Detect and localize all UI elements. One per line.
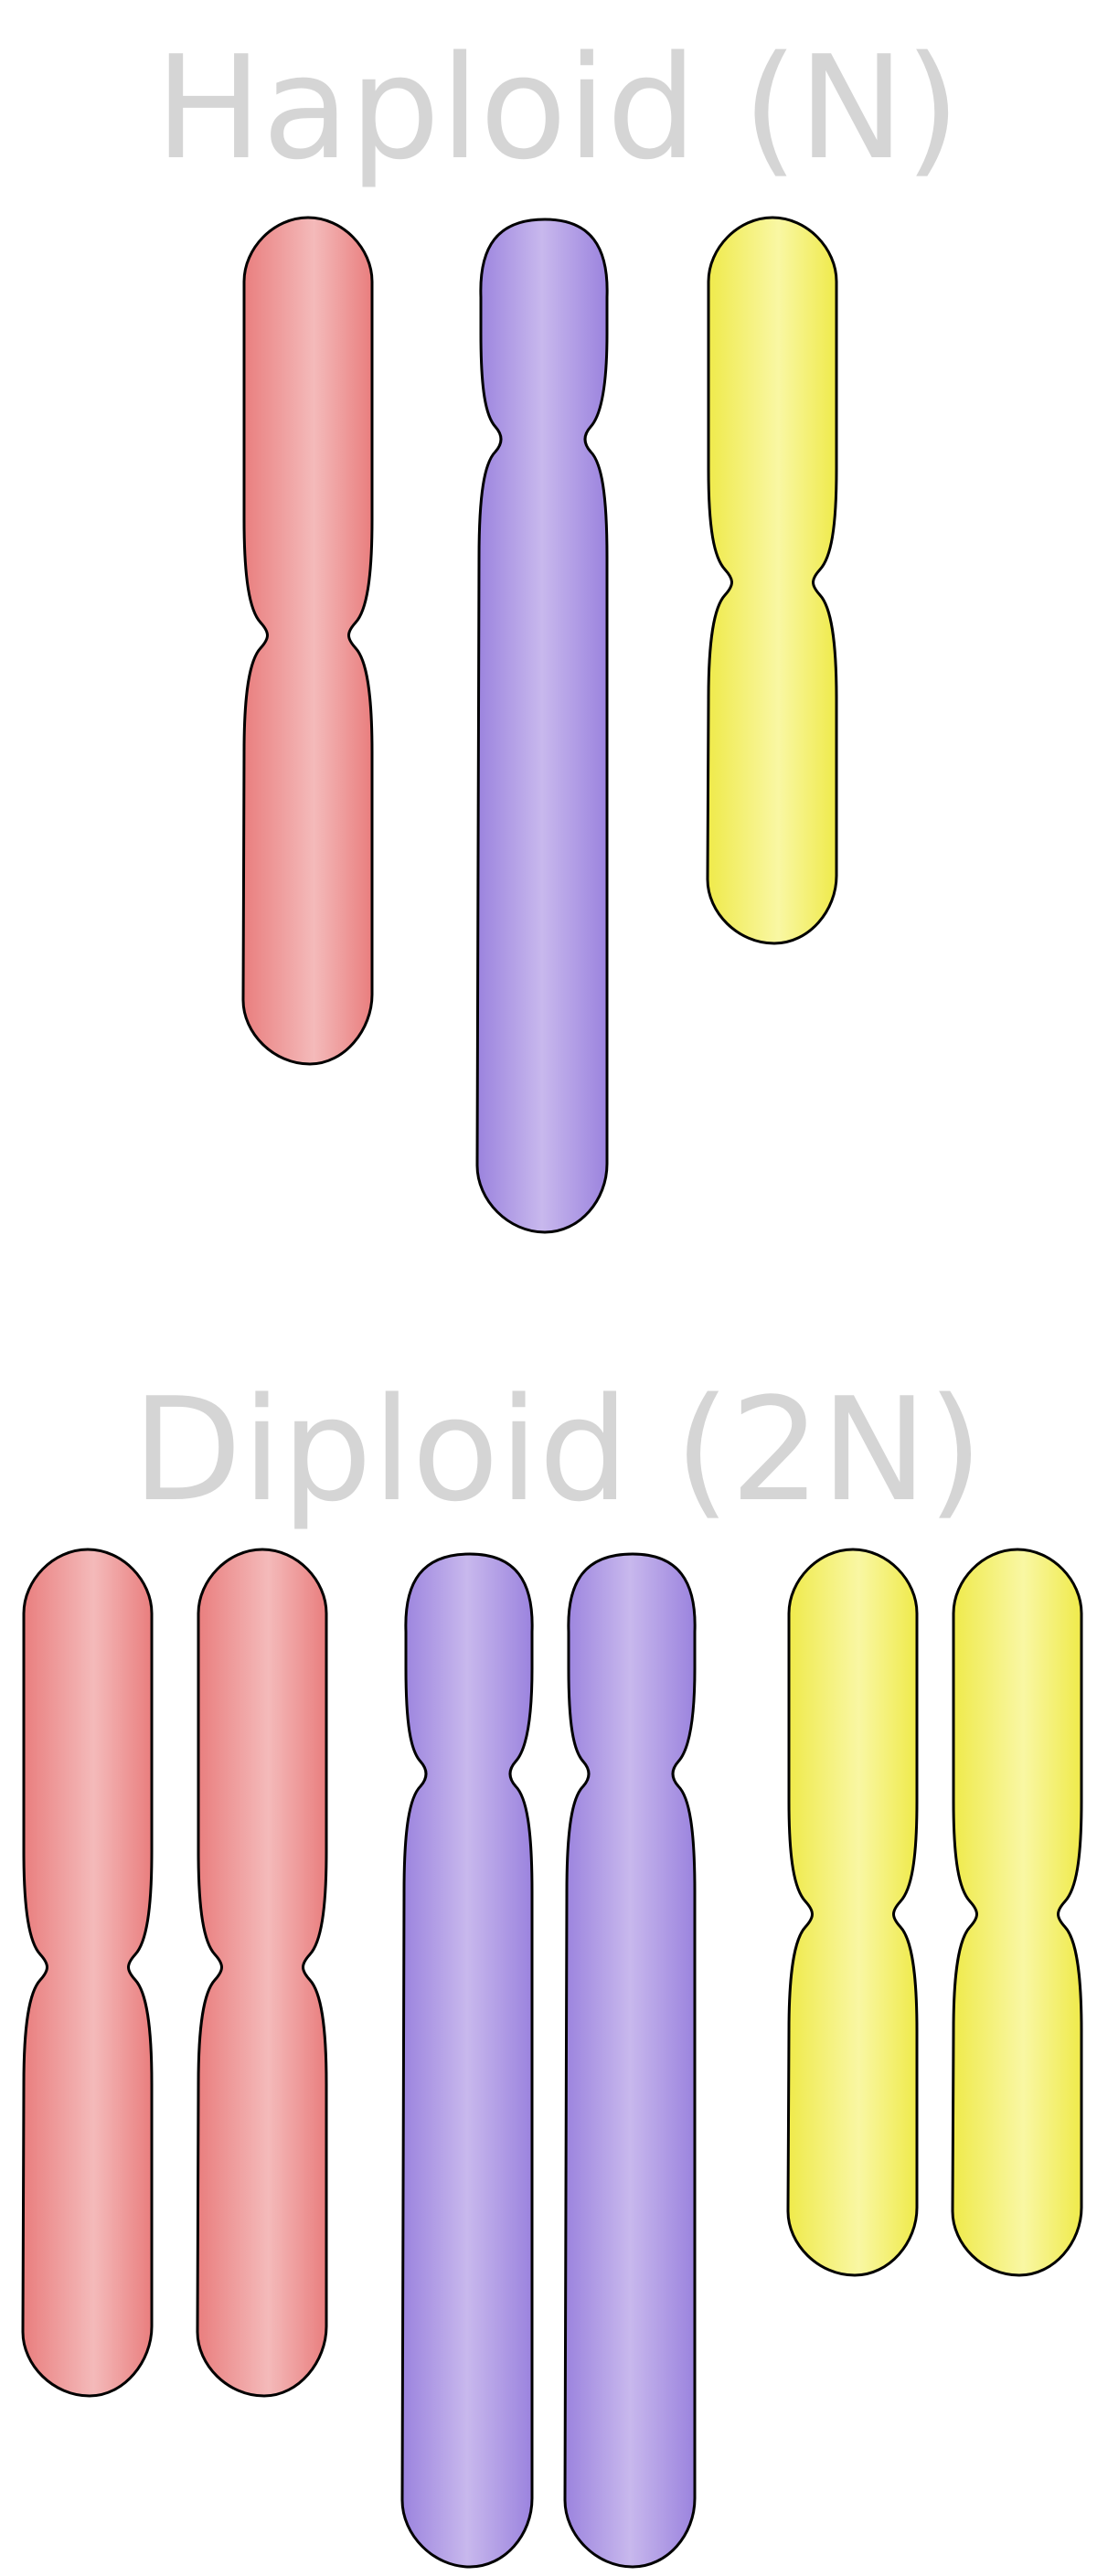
diploid-yellow-chromosome-2	[951, 1548, 1083, 2277]
diploid-yellow-chromosome-1	[786, 1548, 919, 2277]
haploid-yellow-chromosome	[706, 216, 838, 945]
diploid-purple-chromosome-2	[563, 1552, 697, 2569]
haploid-red-chromosome	[241, 216, 374, 1066]
haploid-purple-chromosome	[475, 218, 609, 1234]
haploid-title: Haploid (N)	[154, 25, 960, 191]
diploid-red-chromosome-2	[196, 1548, 328, 2398]
diploid-purple-chromosome-1	[400, 1552, 534, 2569]
diploid-red-chromosome-1	[21, 1548, 154, 2398]
diploid-title: Diploid (2N)	[133, 1367, 984, 1533]
ploidy-diagram: Haploid (N) Diploid (2N)	[21, 25, 1083, 2569]
